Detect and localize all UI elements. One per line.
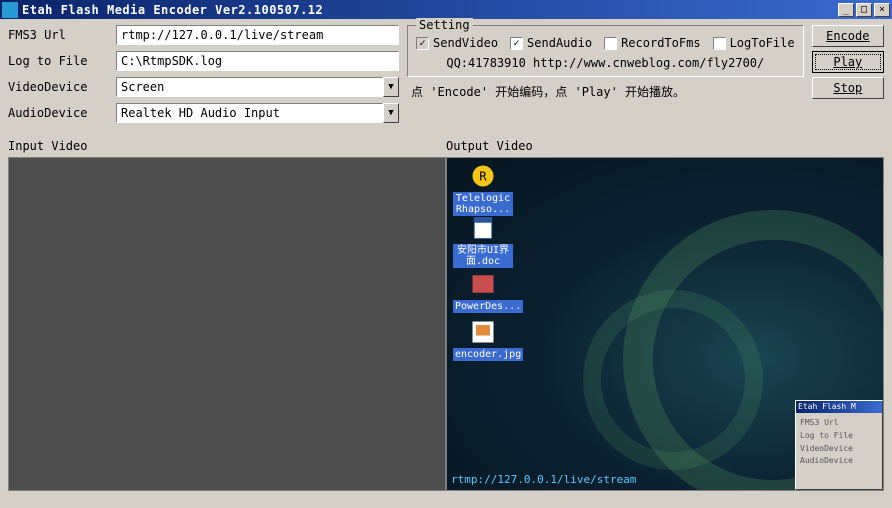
- checkbox-icon: [713, 37, 726, 50]
- setting-legend: Setting: [416, 18, 473, 32]
- nested-window: Etah Flash M FMS3 Url Log to File VideoD…: [795, 400, 883, 490]
- output-video-label: Output Video: [446, 139, 884, 153]
- record-to-fms-label: RecordToFms: [621, 36, 700, 50]
- minimize-button[interactable]: _: [838, 3, 854, 17]
- app-icon: R: [469, 162, 497, 190]
- desktop-icon-label: Telelogic Rhapso...: [453, 192, 513, 216]
- input-video-panel: [8, 157, 446, 491]
- checkbox-icon: [604, 37, 617, 50]
- svg-text:R: R: [479, 169, 487, 183]
- nested-window-title: Etah Flash M: [796, 401, 882, 413]
- fms-url-input[interactable]: [116, 25, 399, 45]
- checkbox-icon: ✓: [510, 37, 523, 50]
- window-controls: _ □ ×: [838, 3, 890, 17]
- audio-device-label: AudioDevice: [8, 106, 116, 120]
- setting-group: Setting ✓ SendVideo ✓ SendAudio RecordTo…: [407, 25, 804, 77]
- hint-text: 点 'Encode' 开始编码，点 'Play' 开始播放。: [411, 83, 804, 100]
- log-file-input[interactable]: [116, 51, 399, 71]
- input-video-label: Input Video: [8, 139, 446, 153]
- app-icon: [2, 2, 18, 18]
- chevron-down-icon[interactable]: ▼: [383, 77, 399, 97]
- send-video-label: SendVideo: [433, 36, 498, 50]
- fms-url-label: FMS3 Url: [8, 28, 116, 42]
- nested-line: AudioDevice: [800, 455, 878, 468]
- video-device-label: VideoDevice: [8, 80, 116, 94]
- window-title: Etah Flash Media Encoder Ver2.100507.12: [22, 3, 838, 17]
- desktop-icon-label: PowerDes...: [453, 300, 523, 313]
- log-file-label: Log to File: [8, 54, 116, 68]
- nested-line: Log to File: [800, 430, 878, 443]
- maximize-button[interactable]: □: [856, 3, 872, 17]
- encode-button[interactable]: Encode: [812, 25, 884, 47]
- document-icon: [469, 214, 497, 242]
- stream-url-overlay: rtmp://127.0.0.1/live/stream: [451, 473, 636, 486]
- desktop-icon-label: encoder.jpg: [453, 348, 523, 361]
- log-to-file-label: LogToFile: [730, 36, 795, 50]
- send-video-checkbox[interactable]: ✓ SendVideo: [416, 36, 498, 50]
- nested-line: VideoDevice: [800, 443, 878, 456]
- desktop-icon: 安阳市UI界面.doc: [453, 214, 513, 268]
- desktop-icon: PowerDes...: [453, 270, 513, 313]
- app-icon: [469, 270, 497, 298]
- video-device-select[interactable]: [116, 77, 383, 97]
- close-button[interactable]: ×: [874, 3, 890, 17]
- wallpaper-graphic: [583, 290, 763, 470]
- stop-button[interactable]: Stop: [812, 77, 884, 99]
- checkbox-icon: ✓: [416, 37, 429, 50]
- output-video-panel: R Telelogic Rhapso... 安阳市UI界面.doc PowerD…: [446, 157, 884, 491]
- desktop-icon: R Telelogic Rhapso...: [453, 162, 513, 216]
- log-to-file-checkbox[interactable]: LogToFile: [713, 36, 795, 50]
- image-icon: [469, 318, 497, 346]
- desktop-icon-label: 安阳市UI界面.doc: [453, 244, 513, 268]
- play-button[interactable]: Play: [812, 51, 884, 73]
- nested-line: FMS3 Url: [800, 417, 878, 430]
- audio-device-select[interactable]: [116, 103, 383, 123]
- send-audio-label: SendAudio: [527, 36, 592, 50]
- send-audio-checkbox[interactable]: ✓ SendAudio: [510, 36, 592, 50]
- record-to-fms-checkbox[interactable]: RecordToFms: [604, 36, 700, 50]
- contact-info: QQ:41783910 http://www.cnweblog.com/fly2…: [416, 56, 795, 70]
- desktop-icon: encoder.jpg: [453, 318, 513, 361]
- nested-window-body: FMS3 Url Log to File VideoDevice AudioDe…: [796, 413, 882, 472]
- titlebar: Etah Flash Media Encoder Ver2.100507.12 …: [0, 0, 892, 19]
- chevron-down-icon[interactable]: ▼: [383, 103, 399, 123]
